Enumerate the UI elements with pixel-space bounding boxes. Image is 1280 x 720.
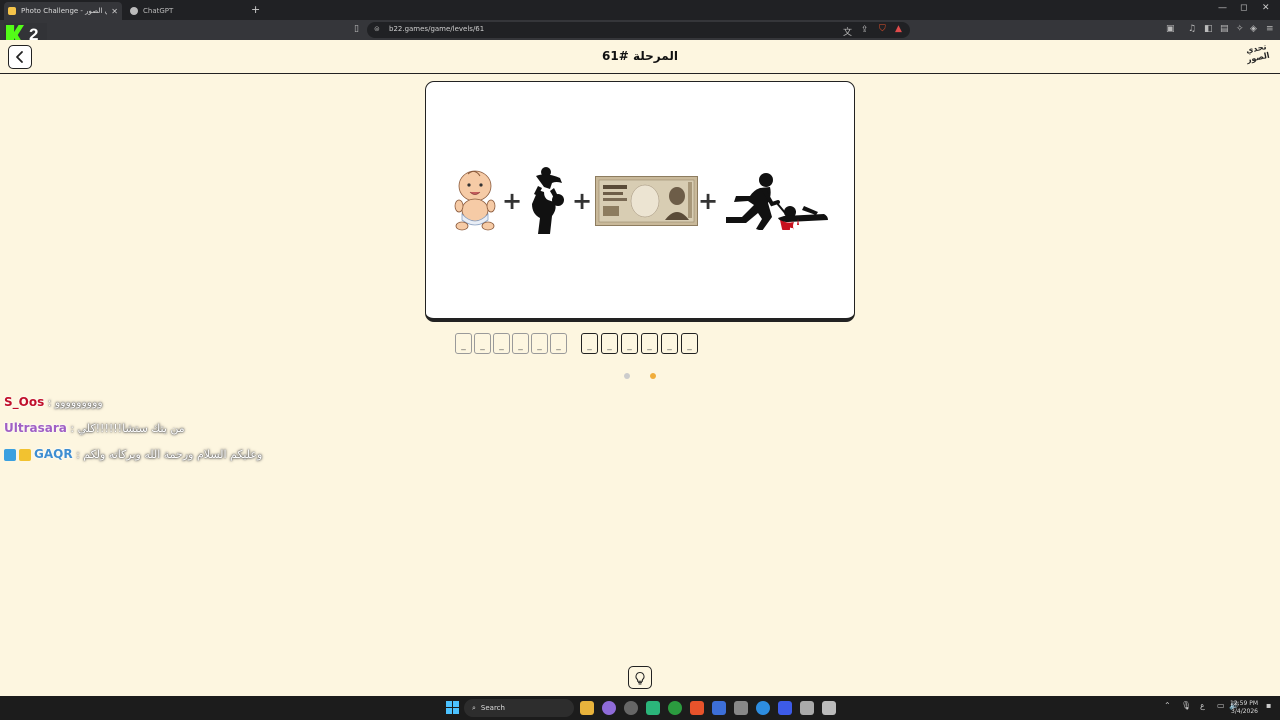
answer-slot[interactable]: _ [681,333,698,354]
baby-icon [454,170,496,231]
answer-slot[interactable]: _ [531,333,548,354]
answer-slot[interactable]: _ [512,333,529,354]
taskbar-search[interactable]: ⌕ Search [464,699,574,717]
lightbulb-icon [635,671,645,684]
subscriber-badge-icon [4,449,16,461]
answer-slot[interactable]: _ [661,333,678,354]
chat-text: من يتك ستشا!!!!!!كلي [77,422,185,435]
chatgpt-favicon-icon [130,7,138,15]
chat-separator: : [44,396,55,409]
brave-browser-icon[interactable] [690,701,704,715]
answer-slot[interactable]: _ [474,333,491,354]
site-logo[interactable]: تحدي الصور [1242,41,1275,72]
file-explorer-icon[interactable] [580,701,594,715]
answer-slot[interactable]: _ [550,333,567,354]
translate-icon[interactable]: 文 [843,25,852,38]
page-dot-1[interactable] [624,373,630,379]
app-icon[interactable] [646,701,660,715]
app-icon[interactable] [822,701,836,715]
edge-icon[interactable] [756,701,770,715]
wallet-icon[interactable]: ▤ [1220,24,1229,34]
media-icon[interactable]: ♫ [1188,24,1196,34]
hint-button[interactable] [628,666,652,689]
language-indicator[interactable]: ع [1200,701,1205,710]
close-tab-icon[interactable]: ✕ [111,7,118,16]
chat-username: GAQR [34,447,73,461]
tab-title: Photo Challenge - تحدي الصور [21,7,108,15]
obs-icon[interactable] [624,701,638,715]
app-icon[interactable] [778,701,792,715]
search-label: Search [480,704,505,712]
crown-badge-icon [19,449,31,461]
favicon-icon [8,7,16,15]
answer-slot[interactable]: _ [601,333,618,354]
tab-title: ChatGPT [143,7,174,15]
clock-date: 3/4/2026 [1231,708,1258,715]
sidebar-icon[interactable]: ▣ [1166,24,1175,34]
brave-rewards-icon[interactable]: ▲ [895,24,902,34]
discord-icon[interactable] [602,701,616,715]
chat-message: GAQR : وعليكم السلام ورحمة الله وبركاته … [4,447,262,461]
xbox-icon[interactable] [668,701,682,715]
windows-taskbar: ⌕ Search ⌃ 🎙 ع ▭ 🔊 12:59 PM 3/4/2026 ▪ [0,696,1280,720]
puzzle-images: + + + [426,162,856,242]
plus-sign: + [698,187,719,215]
url-text: b22.games/game/levels/61 [389,25,485,33]
minimize-button[interactable]: — [1218,3,1227,13]
new-tab-button[interactable]: + [251,3,260,16]
parent-lifting-child-icon [532,167,564,234]
taskbar-clock[interactable]: 12:59 PM 3/4/2026 [1230,700,1258,716]
share-icon[interactable]: ⇪ [861,25,869,35]
plus-sign: + [572,187,593,215]
maximize-button[interactable]: ◻ [1240,3,1247,13]
answer-slot[interactable]: _ [455,333,472,354]
yen-banknote-icon [595,176,698,226]
tray-chevron-icon[interactable]: ⌃ [1164,701,1171,710]
menu-icon[interactable]: ≡ [1266,24,1274,34]
notifications-icon[interactable]: ▪ [1266,701,1271,710]
extension-icon[interactable]: ✧ [1236,24,1244,34]
chat-message: S_Oos : ووووووووو [4,395,103,409]
page-dot-2-active[interactable] [650,373,656,379]
search-icon: ⌕ [472,703,476,712]
chat-text: ووووووووو [54,396,103,409]
network-icon[interactable]: ▭ [1217,701,1225,710]
attacker-stabbing-victim-icon [726,173,828,230]
bookmark-icon[interactable]: ▯ [354,24,359,34]
microphone-icon[interactable]: 🎙 [1181,701,1191,710]
site-info-icon[interactable]: ⊜ [374,25,380,33]
answer-slot[interactable]: _ [581,333,598,354]
tab-chatgpt[interactable]: ChatGPT [126,2,244,20]
page-header: المرحلة #61 تحدي الصور [0,40,1280,74]
answer-slot[interactable]: _ [493,333,510,354]
answer-slot[interactable]: _ [641,333,658,354]
tab-photo-challenge[interactable]: Photo Challenge - تحدي الصور ✕ [4,2,122,20]
chat-text: وعليكم السلام ورحمة الله وبركاته ولكم [83,448,263,461]
brave-shield-icon[interactable]: ⛉ [879,24,886,34]
browser-tab-bar: Photo Challenge - تحدي الصور ✕ ChatGPT +… [0,0,1280,20]
chat-username: Ultrasara [4,421,67,435]
panel-icon[interactable]: ◧ [1204,24,1213,34]
shield-app-icon[interactable] [712,701,726,715]
page-title: المرحلة #61 [602,49,678,63]
clock-time: 12:59 PM [1230,700,1258,707]
answer-slot[interactable]: _ [621,333,638,354]
chat-message: Ultrasara : من يتك ستشا!!!!!!كلي [4,421,185,435]
browser-toolbar: ▯ ⊜ b22.games/game/levels/61 文 ⇪ ⛉ ▲ ▣ ♫… [0,20,1280,40]
chat-username: S_Oos [4,395,45,409]
address-bar[interactable]: ⊜ b22.games/game/levels/61 文 ⇪ ⛉ ▲ [367,22,910,38]
chat-separator: : [66,422,78,435]
vpn-icon[interactable]: ◈ [1250,24,1257,34]
puzzle-card: + + + [425,81,855,322]
tools-icon[interactable] [734,701,748,715]
windows-start-icon[interactable] [446,701,459,714]
app-icon[interactable] [800,701,814,715]
logo-text: تحدي الصور [1245,42,1271,65]
chat-separator: : [72,448,84,461]
plus-sign: + [502,187,523,215]
close-window-button[interactable]: ✕ [1262,3,1270,13]
